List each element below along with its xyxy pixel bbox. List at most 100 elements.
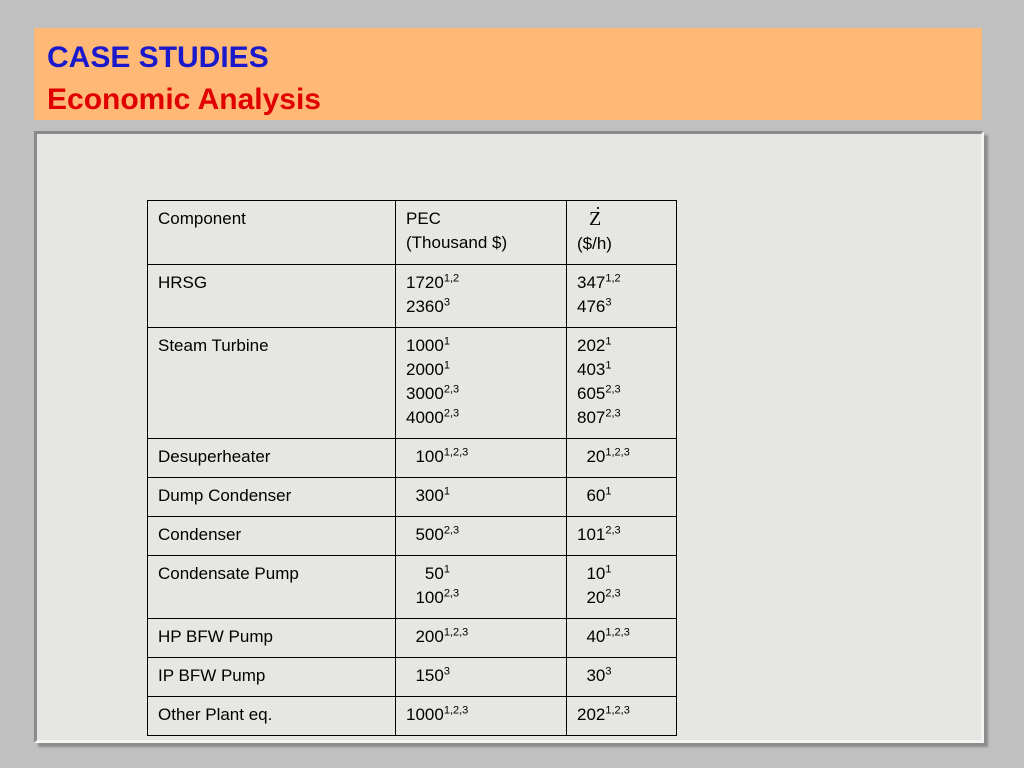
footnote-superscript: 2,3 xyxy=(605,407,621,420)
footnote-superscript: 1 xyxy=(605,485,612,498)
footnote-superscript: 3 xyxy=(605,296,612,309)
table-row: Other Plant eq. 10001,2,3 2021,2,3 xyxy=(147,696,677,736)
pec-cell: 10001,2,3 xyxy=(395,696,567,736)
value-text: 20 xyxy=(577,447,606,466)
pec-cell-value: 1002,3 xyxy=(406,586,556,610)
value-text: 476 xyxy=(577,297,606,316)
value-text: 3000 xyxy=(406,384,444,403)
footnote-superscript: 1,2,3 xyxy=(605,446,630,459)
footnote-superscript: 1 xyxy=(605,563,612,576)
value-text: 403 xyxy=(577,360,606,379)
value-text: 807 xyxy=(577,408,606,427)
pec-cell-value: 17201,2 xyxy=(406,271,556,295)
footnote-superscript: 2,3 xyxy=(443,524,460,537)
table-row: HRSG 17201,2 23603 3471,2 4763 xyxy=(147,264,677,328)
z-cell-value: 4031 xyxy=(577,358,666,382)
value-text: 1720 xyxy=(406,273,444,292)
footnote-superscript: 1 xyxy=(443,485,450,498)
z-cell-value: 101 xyxy=(577,562,666,586)
component-cell: Dump Condenser xyxy=(147,477,396,517)
z-cell-value: 201,2,3 xyxy=(577,445,666,469)
header-pec-label: PEC xyxy=(406,209,441,228)
footnote-superscript: 1,2,3 xyxy=(443,626,469,639)
component-cell: IP BFW Pump xyxy=(147,657,396,697)
table-row: IP BFW Pump 1503 303 xyxy=(147,657,677,697)
header-z: Z ($/h) xyxy=(566,196,677,265)
pec-cell-value: 1001,2,3 xyxy=(406,445,556,469)
footnote-superscript: 1 xyxy=(605,335,612,348)
pec-cell: 1001,2,3 xyxy=(395,438,567,478)
z-cell: 1012,3 xyxy=(566,516,677,556)
component-cell: Steam Turbine xyxy=(147,327,396,439)
header-z-unit: ($/h) xyxy=(577,234,612,253)
pec-cell: 3001 xyxy=(395,477,567,517)
header-pec: PEC (Thousand $) xyxy=(395,200,567,265)
value-text: 10 xyxy=(577,564,606,583)
footnote-superscript: 1,2,3 xyxy=(605,626,630,639)
footnote-superscript: 1,2 xyxy=(443,272,460,285)
pec-cell-value: 10001,2,3 xyxy=(406,703,556,727)
z-cell-value: 1012,3 xyxy=(577,523,666,547)
footnote-superscript: 1 xyxy=(443,335,450,348)
pec-cell-value: 30002,3 xyxy=(406,382,556,406)
pec-cell: 2001,2,3 xyxy=(395,618,567,658)
value-text: 200 xyxy=(406,627,444,646)
value-text: 60 xyxy=(577,486,606,505)
footnote-superscript: 2,3 xyxy=(443,587,460,600)
value-text: 202 xyxy=(577,336,606,355)
value-text: 605 xyxy=(577,384,606,403)
component-cell: Condensate Pump xyxy=(147,555,396,619)
footnote-superscript: 1 xyxy=(605,359,612,372)
footnote-superscript: 1,2,3 xyxy=(443,446,469,459)
footnote-superscript: 2,3 xyxy=(443,407,460,420)
component-cell: Desuperheater xyxy=(147,438,396,478)
pec-cell-value: 5002,3 xyxy=(406,523,556,547)
z-cell: 101 202,3 xyxy=(566,555,677,619)
z-cell: 401,2,3 xyxy=(566,618,677,658)
slide-header: CASE STUDIES Economic Analysis xyxy=(34,28,982,120)
footnote-superscript: 2,3 xyxy=(605,587,621,600)
pec-cell: 17201,2 23603 xyxy=(395,264,567,328)
pec-cell-value: 40002,3 xyxy=(406,406,556,430)
value-text: 50 xyxy=(406,564,444,583)
z-cell-value: 202,3 xyxy=(577,586,666,610)
z-cell-value: 3471,2 xyxy=(577,271,666,295)
value-text: 1000 xyxy=(406,705,444,724)
value-text: 2360 xyxy=(406,297,444,316)
pec-cell: 10001 20001 30002,3 40002,3 xyxy=(395,327,567,439)
table-row: HP BFW Pump 2001,2,3 401,2,3 xyxy=(147,618,677,658)
footnote-superscript: 3 xyxy=(443,296,450,309)
footnote-superscript: 1,2 xyxy=(605,272,621,285)
value-text: 500 xyxy=(406,525,444,544)
header-component-label: Component xyxy=(158,209,246,228)
pec-cell-value: 501 xyxy=(406,562,556,586)
pec-cell-value: 10001 xyxy=(406,334,556,358)
footnote-superscript: 3 xyxy=(443,665,450,678)
z-cell: 601 xyxy=(566,477,677,517)
table-body: HRSG 17201,2 23603 3471,2 4763 Steam Turbine 1… xyxy=(147,264,677,736)
pec-cell: 1503 xyxy=(395,657,567,697)
component-cell: Other Plant eq. xyxy=(147,696,396,736)
pec-cell-value: 3001 xyxy=(406,484,556,508)
z-cell-value: 8072,3 xyxy=(577,406,666,430)
table-row: Condensate Pump 501 1002,3 101 202,3 xyxy=(147,555,677,619)
header-pec-unit: (Thousand $) xyxy=(406,233,508,252)
table-row: Condenser 5002,3 1012,3 xyxy=(147,516,677,556)
footnote-superscript: 2,3 xyxy=(605,383,621,396)
value-text: 300 xyxy=(406,486,444,505)
table-row: Desuperheater 1001,2,3 201,2,3 xyxy=(147,438,677,478)
value-text: 20 xyxy=(577,588,606,607)
footnote-superscript: 2,3 xyxy=(605,524,621,537)
pec-cell: 501 1002,3 xyxy=(395,555,567,619)
table-row: Steam Turbine 10001 20001 30002,3 40002,3 202… xyxy=(147,327,677,439)
table-row: Dump Condenser 3001 601 xyxy=(147,477,677,517)
value-text: 202 xyxy=(577,705,606,724)
z-cell-value: 303 xyxy=(577,664,666,688)
pec-cell-value: 23603 xyxy=(406,295,556,319)
z-cell: 2021,2,3 xyxy=(566,696,677,736)
value-text: 100 xyxy=(406,447,444,466)
z-cell: 303 xyxy=(566,657,677,697)
component-cell: Condenser xyxy=(147,516,396,556)
z-cell: 201,2,3 xyxy=(566,438,677,478)
slide-subtitle: Economic Analysis xyxy=(47,83,321,116)
